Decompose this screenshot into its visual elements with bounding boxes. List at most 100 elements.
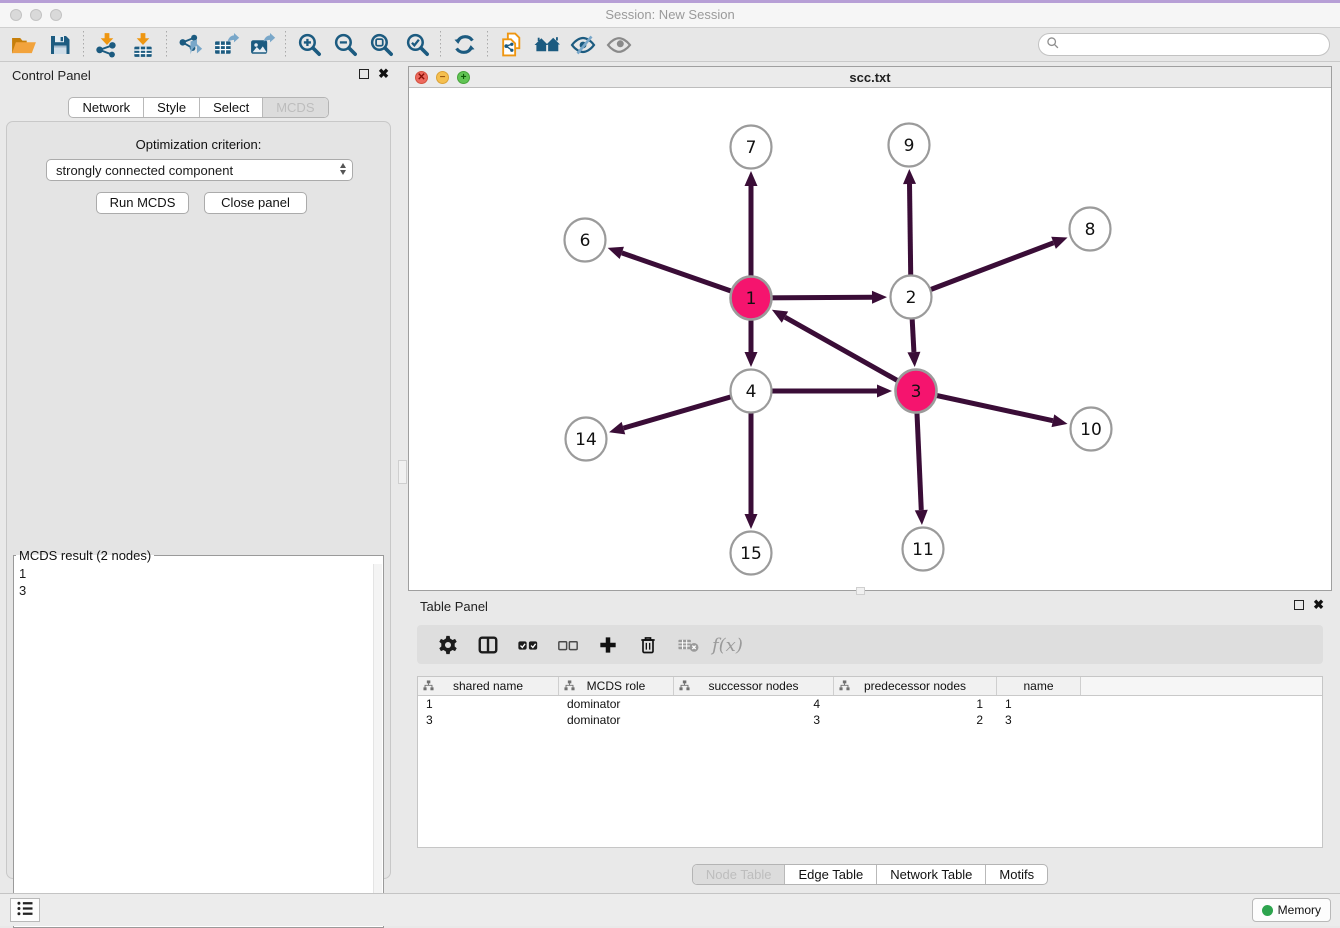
gear-icon[interactable] [429,630,467,660]
search-box[interactable] [1038,33,1330,56]
apply-layout-icon[interactable] [446,30,482,60]
close-panel-icon[interactable]: ✖ [378,69,389,79]
control-panel-title: Control Panel [12,68,91,83]
houses-icon[interactable] [529,30,565,60]
export-image-icon[interactable] [244,30,280,60]
eye-icon[interactable] [601,30,637,60]
column-type-icon [564,680,575,694]
mcds-result-box: MCDS result (2 nodes) 1 3 [13,548,384,928]
edge-1-6[interactable] [608,247,751,298]
mcds-result-list[interactable]: 1 3 [16,563,373,925]
memory-button[interactable]: Memory [1252,898,1331,922]
column-header-name[interactable]: name [997,677,1081,695]
zoom-selected-icon[interactable] [399,30,435,60]
tab-motifs[interactable]: Motifs [985,865,1047,884]
zoom-in-icon[interactable] [291,30,327,60]
export-table-icon[interactable] [208,30,244,60]
cell[interactable]: 2 [834,712,997,728]
select-all-icon[interactable] [509,630,547,660]
network-graph[interactable]: 7 9 6 8 1 2 4 3 14 10 15 11 [409,88,1331,590]
edge-3-10[interactable] [916,391,1068,427]
tab-edge-table[interactable]: Edge Table [784,865,876,884]
edge-2-8[interactable] [911,237,1068,297]
task-history-button[interactable] [10,898,40,922]
table-row[interactable]: 3dominator323 [418,712,1322,728]
search-input[interactable] [1064,36,1329,54]
svg-text:2: 2 [906,288,917,308]
cell[interactable]: dominator [559,696,674,712]
eye-slash-icon[interactable] [565,30,601,60]
run-mcds-button[interactable]: Run MCDS [96,192,189,214]
node-3[interactable]: 3 [896,370,937,413]
cell[interactable]: 1 [834,696,997,712]
criterion-select[interactable]: strongly connected component [46,159,353,181]
tab-network-table[interactable]: Network Table [876,865,985,884]
result-scrollbar[interactable] [373,564,382,926]
tab-node-table[interactable]: Node Table [693,865,785,884]
search-icon [1046,36,1060,53]
copy-network-icon[interactable] [493,30,529,60]
app-titlebar: Session: New Session [0,3,1340,28]
edge-4-14[interactable] [609,391,751,434]
splitter-grip[interactable] [398,460,407,484]
node-9[interactable]: 9 [889,124,930,167]
tab-select[interactable]: Select [199,98,262,117]
node-4[interactable]: 4 [731,370,772,413]
tab-mcds[interactable]: MCDS [262,98,327,117]
table-panel-tabs: Node TableEdge TableNetwork TableMotifs [408,864,1332,885]
svg-text:7: 7 [746,138,757,158]
cell[interactable]: 4 [674,696,834,712]
optimization-criterion-label: Optimization criterion: [7,137,390,152]
select-stepper-icon [340,163,346,175]
node-8[interactable]: 8 [1070,208,1111,251]
table-row[interactable]: 1dominator411 [418,696,1322,712]
add-column-icon[interactable] [589,630,627,660]
column-header-successor-nodes[interactable]: successor nodes [674,677,834,695]
import-network-icon[interactable] [89,30,125,60]
column-header-predecessor-nodes[interactable]: predecessor nodes [834,677,997,695]
zoom-out-icon[interactable] [327,30,363,60]
node-6[interactable]: 6 [565,219,606,262]
open-session-icon[interactable] [6,30,42,60]
save-session-icon[interactable] [42,30,78,60]
cell[interactable]: 3 [418,712,559,728]
export-network-icon[interactable] [172,30,208,60]
status-bar: Memory [0,893,1340,926]
node-7[interactable]: 7 [731,126,772,169]
float-table-panel-icon[interactable] [1294,600,1304,610]
close-table-panel-icon[interactable]: ✖ [1313,600,1324,610]
node-1[interactable]: 1 [731,277,772,320]
tab-style[interactable]: Style [143,98,199,117]
columns-icon[interactable] [469,630,507,660]
window-title: Session: New Session [0,7,1340,22]
edge-3-1[interactable] [772,310,916,391]
node-14[interactable]: 14 [566,418,607,461]
horizontal-splitter-grip[interactable] [856,587,865,595]
vertical-splitter[interactable] [397,66,408,888]
float-panel-icon[interactable] [359,69,369,79]
node-2[interactable]: 2 [891,276,932,319]
memory-label: Memory [1278,903,1321,917]
import-table-icon[interactable] [125,30,161,60]
delete-column-icon[interactable] [629,630,667,660]
svg-text:15: 15 [740,544,762,564]
deselect-all-icon[interactable] [549,630,587,660]
svg-text:8: 8 [1085,220,1096,240]
criterion-value: strongly connected component [56,163,233,178]
network-window-titlebar[interactable]: ✕ − + scc.txt [409,67,1331,88]
column-header-shared-name[interactable]: shared name [418,677,559,695]
node-10[interactable]: 10 [1071,408,1112,451]
main-toolbar-icons [6,30,637,60]
column-header-MCDS-role[interactable]: MCDS role [559,677,674,695]
tab-network[interactable]: Network [69,98,143,117]
cell[interactable]: 1 [418,696,559,712]
cell[interactable]: dominator [559,712,674,728]
cell[interactable]: 3 [997,712,1081,728]
cell[interactable]: 3 [674,712,834,728]
node-table: shared nameMCDS rolesuccessor nodesprede… [417,676,1323,848]
node-11[interactable]: 11 [903,528,944,571]
zoom-fit-icon[interactable] [363,30,399,60]
cell[interactable]: 1 [997,696,1081,712]
close-panel-button[interactable]: Close panel [204,192,307,214]
node-15[interactable]: 15 [731,532,772,575]
